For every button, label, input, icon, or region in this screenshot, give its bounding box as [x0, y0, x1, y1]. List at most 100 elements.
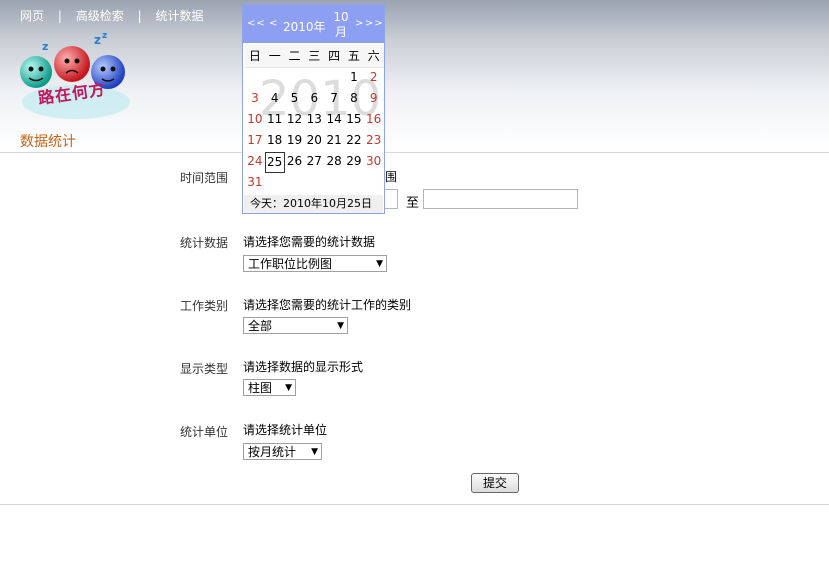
display-type-hint: 请选择数据的显示形式: [243, 360, 364, 374]
nav-separator: |: [57, 9, 62, 23]
calendar-week-row: 3456789: [245, 89, 384, 110]
calendar-day-today[interactable]: 25: [264, 152, 285, 173]
calendar-month-number: 10: [333, 10, 349, 24]
time-range-hint: 围: [385, 170, 398, 184]
nav-link-web[interactable]: 网页: [20, 9, 44, 23]
header-banner: 网页 | 高级检索 | 统计数据 z z z 路在何方 数据统计: [0, 0, 829, 153]
calendar-day[interactable]: 16: [364, 110, 384, 131]
weekday-label: 二: [288, 49, 301, 63]
calendar-empty-cell: [304, 173, 324, 194]
calendar-empty-cell: [324, 173, 344, 194]
logo-balls-icon: z z z: [20, 32, 130, 119]
stat-unit-selected: 按月统计: [248, 445, 297, 459]
weekday-label: 六: [367, 49, 380, 63]
calendar-day[interactable]: 18: [265, 131, 285, 152]
calendar-day[interactable]: 22: [344, 131, 364, 152]
calendar-day[interactable]: 23: [364, 131, 384, 152]
calendar-empty-cell: [245, 68, 265, 89]
to-label: 至: [406, 196, 420, 211]
calendar-week-row: 12: [245, 68, 384, 89]
calendar-week-row: 31: [245, 173, 384, 194]
calendar-empty-cell: [304, 68, 324, 89]
chevron-down-icon: ▼: [337, 321, 344, 331]
calendar-empty-cell: [265, 68, 285, 89]
calendar-empty-cell: [285, 68, 305, 89]
time-range-label: 时间范围: [180, 171, 229, 185]
weekday-label: 四: [328, 49, 341, 63]
calendar-weekday-row: 日一二三四五六: [245, 45, 384, 68]
prev-month-button[interactable]: <: [269, 18, 278, 29]
calendar-week-row: 17 18 19 20 21 22 23: [245, 131, 384, 152]
job-type-select[interactable]: 全部 ▼: [243, 317, 348, 334]
calendar-day[interactable]: 4: [265, 89, 285, 110]
chevron-down-icon: ▼: [285, 383, 292, 393]
calendar-day[interactable]: 12: [285, 110, 305, 131]
top-nav: 网页 | 高级检索 | 统计数据: [20, 7, 203, 24]
display-type-selected: 柱图: [248, 381, 273, 395]
display-type-select[interactable]: 柱图 ▼: [243, 379, 296, 396]
calendar-year[interactable]: 2010年: [283, 18, 326, 35]
calendar-day[interactable]: 11: [265, 110, 285, 131]
chevron-down-icon: ▼: [376, 259, 383, 269]
calendar-day[interactable]: 26: [285, 152, 305, 173]
calendar-day[interactable]: 13: [304, 110, 324, 131]
weekday-label: 日: [248, 49, 261, 63]
stat-data-label: 统计数据: [180, 236, 229, 250]
section-title: 数据统计: [20, 134, 76, 150]
calendar-day[interactable]: 3: [245, 89, 265, 110]
weekday-label: 一: [268, 49, 281, 63]
calendar-month[interactable]: 10 月: [331, 10, 351, 40]
nav-link-advanced-search[interactable]: 高级检索: [76, 9, 124, 23]
calendar-day[interactable]: 27: [304, 152, 324, 173]
calendar-day[interactable]: 31: [245, 173, 265, 194]
svg-text:z: z: [94, 33, 101, 47]
prev-year-button[interactable]: <<: [247, 18, 266, 29]
next-month-button[interactable]: >: [355, 18, 364, 29]
stat-unit-select[interactable]: 按月统计 ▼: [243, 443, 322, 460]
submit-button[interactable]: 提交: [471, 473, 519, 493]
calendar-empty-cell: [344, 173, 364, 194]
calendar-empty-cell: [265, 173, 285, 194]
calendar-day[interactable]: 29: [344, 152, 364, 173]
calendar-empty-cell: [285, 173, 305, 194]
next-year-button[interactable]: >>: [365, 18, 384, 29]
calendar-week-row: 10 11 12 13 14 15 16: [245, 110, 384, 131]
calendar-day[interactable]: 14: [324, 110, 344, 131]
calendar-day[interactable]: 6: [304, 89, 324, 110]
calendar-month-unit: 月: [334, 25, 347, 39]
calendar-week-row: 24 25 26 27 28 29 30: [245, 152, 384, 173]
calendar-day[interactable]: 9: [364, 89, 384, 110]
calendar-day[interactable]: 21: [324, 131, 344, 152]
nav-separator: |: [137, 9, 142, 23]
end-date-input[interactable]: [423, 189, 578, 209]
chevron-down-icon: ▼: [311, 447, 318, 457]
calendar-day[interactable]: 5: [285, 89, 305, 110]
calendar-day[interactable]: 30: [364, 152, 384, 173]
stat-data-select[interactable]: 工作职位比例图 ▼: [243, 255, 387, 272]
calendar-day[interactable]: 24: [245, 152, 265, 173]
svg-text:z: z: [102, 32, 107, 41]
calendar-day[interactable]: 28: [324, 152, 344, 173]
today-button[interactable]: 今天：2010年10月25日: [244, 195, 383, 213]
calendar-day[interactable]: 2: [364, 68, 384, 89]
stat-data-hint: 请选择您需要的统计数据: [243, 235, 376, 249]
calendar-day[interactable]: 8: [344, 89, 364, 110]
calendar-day[interactable]: 19: [285, 131, 305, 152]
job-type-selected: 全部: [248, 319, 273, 333]
svg-text:z: z: [42, 40, 48, 53]
calendar-empty-cell: [324, 68, 344, 89]
calendar-day[interactable]: 15: [344, 110, 364, 131]
calendar-header: << < 2010年 10 月 > >>: [243, 5, 384, 43]
job-type-label: 工作类别: [180, 299, 229, 313]
stat-unit-hint: 请选择统计单位: [243, 423, 328, 437]
calendar-grid: 日一二三四五六 1 2 3 4 5 6 7 8 9 10 11 12 13 14 15 16 17 18 19 20 21…: [245, 45, 384, 194]
calendar-day[interactable]: 17: [245, 131, 265, 152]
display-type-label: 显示类型: [180, 362, 229, 376]
date-picker-popup: << < 2010年 10 月 > >> 2010 日一二三四五六1234567…: [242, 4, 385, 214]
calendar-day[interactable]: 10: [245, 110, 265, 131]
calendar-day[interactable]: 7: [324, 89, 344, 110]
calendar-day[interactable]: 1: [344, 68, 364, 89]
calendar-day[interactable]: 20: [304, 131, 324, 152]
nav-link-statistics[interactable]: 统计数据: [155, 9, 203, 23]
job-type-hint: 请选择您需要的统计工作的类别: [243, 298, 412, 312]
